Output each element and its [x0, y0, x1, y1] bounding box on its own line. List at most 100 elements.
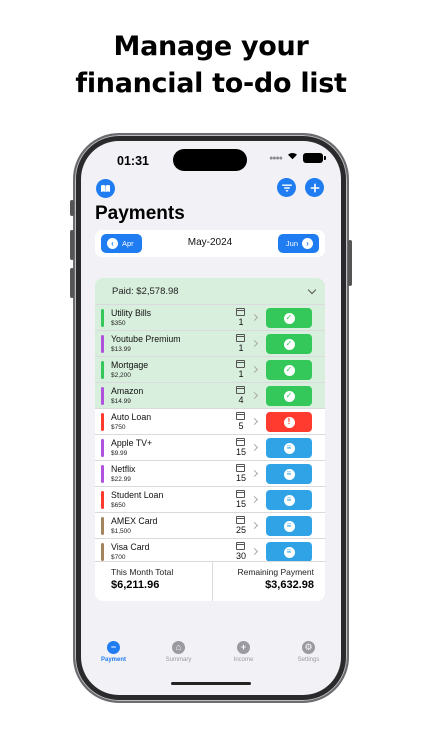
status-pending-icon: ≡ — [283, 520, 295, 532]
payment-row[interactable]: Youtube Premium $13.99 1 ✓ — [95, 330, 325, 356]
payment-amount: $700 — [111, 554, 126, 561]
payment-name: Visa Card — [111, 542, 150, 552]
payment-amount: $1,500 — [111, 528, 131, 535]
promo-headline: Manage your financial to-do list — [0, 28, 422, 102]
payment-row[interactable]: Netflix $22.99 15 ≡ — [95, 460, 325, 486]
category-color-bar — [101, 335, 104, 353]
payment-name: Apple TV+ — [111, 438, 153, 448]
payment-amount: $2,200 — [111, 372, 131, 379]
next-month-button[interactable]: Jun › — [278, 234, 319, 253]
status-button-paid[interactable]: ✓ — [266, 308, 312, 328]
status-button-pending[interactable]: ≡ — [266, 464, 312, 484]
payment-amount: $750 — [111, 424, 126, 431]
status-button-pending[interactable]: ≡ — [266, 542, 312, 562]
payment-row[interactable]: Student Loan $650 15 ≡ — [95, 486, 325, 512]
next-month-label: Jun — [285, 239, 298, 248]
tab-income[interactable]: + Income — [214, 641, 274, 681]
payment-amount: $14.99 — [111, 398, 131, 405]
remaining-payment: Remaining Payment $3,632.98 — [212, 562, 325, 601]
payment-row[interactable]: AMEX Card $1,500 25 ≡ — [95, 512, 325, 538]
due-day: 1 — [238, 317, 244, 327]
chevron-right-icon[interactable] — [250, 521, 259, 530]
due-day: 5 — [238, 421, 244, 431]
filter-button[interactable] — [277, 178, 296, 197]
chevron-right-icon[interactable] — [250, 469, 259, 478]
payment-row[interactable]: Amazon $14.99 4 ✓ — [95, 382, 325, 408]
status-pending-icon: ≡ — [283, 442, 295, 454]
status-button-pending[interactable]: ≡ — [266, 490, 312, 510]
due-day: 15 — [235, 473, 246, 483]
calendar-icon — [236, 334, 245, 342]
page-title: Payments — [95, 203, 185, 224]
calendar-icon — [236, 516, 245, 524]
chevron-right-icon[interactable] — [250, 417, 259, 426]
payment-list: Utility Bills $350 1 ✓ Youtube Premium $13.99… — [95, 304, 325, 564]
chevron-right-icon[interactable] — [250, 365, 259, 374]
payment-name: AMEX Card — [111, 516, 158, 526]
plus-icon — [310, 183, 319, 192]
payment-name: Student Loan — [111, 490, 164, 500]
due-day: 15 — [235, 499, 246, 509]
status-paid-icon: ✓ — [283, 312, 295, 324]
add-payment-button[interactable] — [305, 178, 324, 197]
payment-amount: $350 — [111, 320, 126, 327]
payment-row[interactable]: Utility Bills $350 1 ✓ — [95, 304, 325, 330]
home-indicator — [171, 682, 251, 685]
minus-circle-icon: − — [107, 641, 120, 654]
chevron-right-icon[interactable] — [250, 495, 259, 504]
payment-name: Netflix — [111, 464, 136, 474]
status-overdue-icon: ! — [283, 416, 295, 428]
payment-row[interactable]: Mortgage $2,200 1 ✓ — [95, 356, 325, 382]
month-total-label: This Month Total — [111, 567, 174, 577]
tab-label: Settings — [297, 657, 320, 663]
status-pending-icon: ≡ — [283, 546, 295, 558]
tab-settings[interactable]: ⚙ Settings — [279, 641, 339, 681]
status-button-paid[interactable]: ✓ — [266, 334, 312, 354]
totals-footer: This Month Total $6,211.96 Remaining Pay… — [95, 561, 325, 601]
payment-name: Youtube Premium — [111, 334, 181, 344]
signal-icon: ●●●● — [269, 154, 283, 162]
payment-row[interactable]: Apple TV+ $9.99 15 ≡ — [95, 434, 325, 460]
status-pending-icon: ≡ — [283, 494, 295, 506]
filter-icon — [281, 184, 292, 191]
chevron-right-icon[interactable] — [250, 443, 259, 452]
tab-label: Income — [233, 657, 254, 663]
payment-name: Mortgage — [111, 360, 149, 370]
phone-side-button — [70, 230, 74, 260]
payment-amount: $22.99 — [111, 476, 131, 483]
status-time: 01:31 — [117, 154, 149, 168]
calendar-icon — [236, 464, 245, 472]
status-button-pending[interactable]: ≡ — [266, 438, 312, 458]
payment-row[interactable]: Auto Loan $750 5! — [95, 408, 325, 434]
payment-name: Auto Loan — [111, 412, 152, 422]
phone-side-button — [70, 200, 74, 216]
tab-summary[interactable]: ⌂ Summary — [149, 641, 209, 681]
status-button-pending[interactable]: ≡ — [266, 516, 312, 536]
payment-amount: $9.99 — [111, 450, 128, 457]
due-day: 1 — [238, 343, 244, 353]
status-button-paid[interactable]: ✓ — [266, 386, 312, 406]
tab-payment[interactable]: − Payment — [84, 641, 144, 681]
remaining-payment-label: Remaining Payment — [237, 567, 314, 577]
category-color-bar — [101, 491, 104, 509]
wifi-icon — [286, 153, 299, 163]
chevron-right-icon[interactable] — [250, 339, 259, 348]
due-day: 4 — [238, 395, 244, 405]
calendar-icon — [236, 412, 245, 420]
chevron-right-icon[interactable] — [250, 547, 259, 556]
category-color-bar — [101, 309, 104, 327]
status-button-overdue[interactable]: ! — [266, 412, 312, 432]
gear-icon: ⚙ — [302, 641, 315, 654]
chevron-down-icon[interactable] — [307, 285, 317, 294]
chevron-right-icon[interactable] — [250, 313, 259, 322]
category-color-bar — [101, 517, 104, 535]
chevron-right-icon[interactable] — [250, 391, 259, 400]
paid-section-header[interactable]: Paid: $2,578.98 — [95, 278, 325, 304]
status-button-paid[interactable]: ✓ — [266, 360, 312, 380]
due-day: 1 — [238, 369, 244, 379]
status-pending-icon: ≡ — [283, 468, 295, 480]
status-paid-icon: ✓ — [283, 364, 295, 376]
book-icon — [101, 184, 110, 192]
app-screen: 01:31 ●●●● Payments ‹ Apr May-2024 Jun ›… — [81, 141, 341, 695]
book-button[interactable] — [96, 179, 115, 198]
